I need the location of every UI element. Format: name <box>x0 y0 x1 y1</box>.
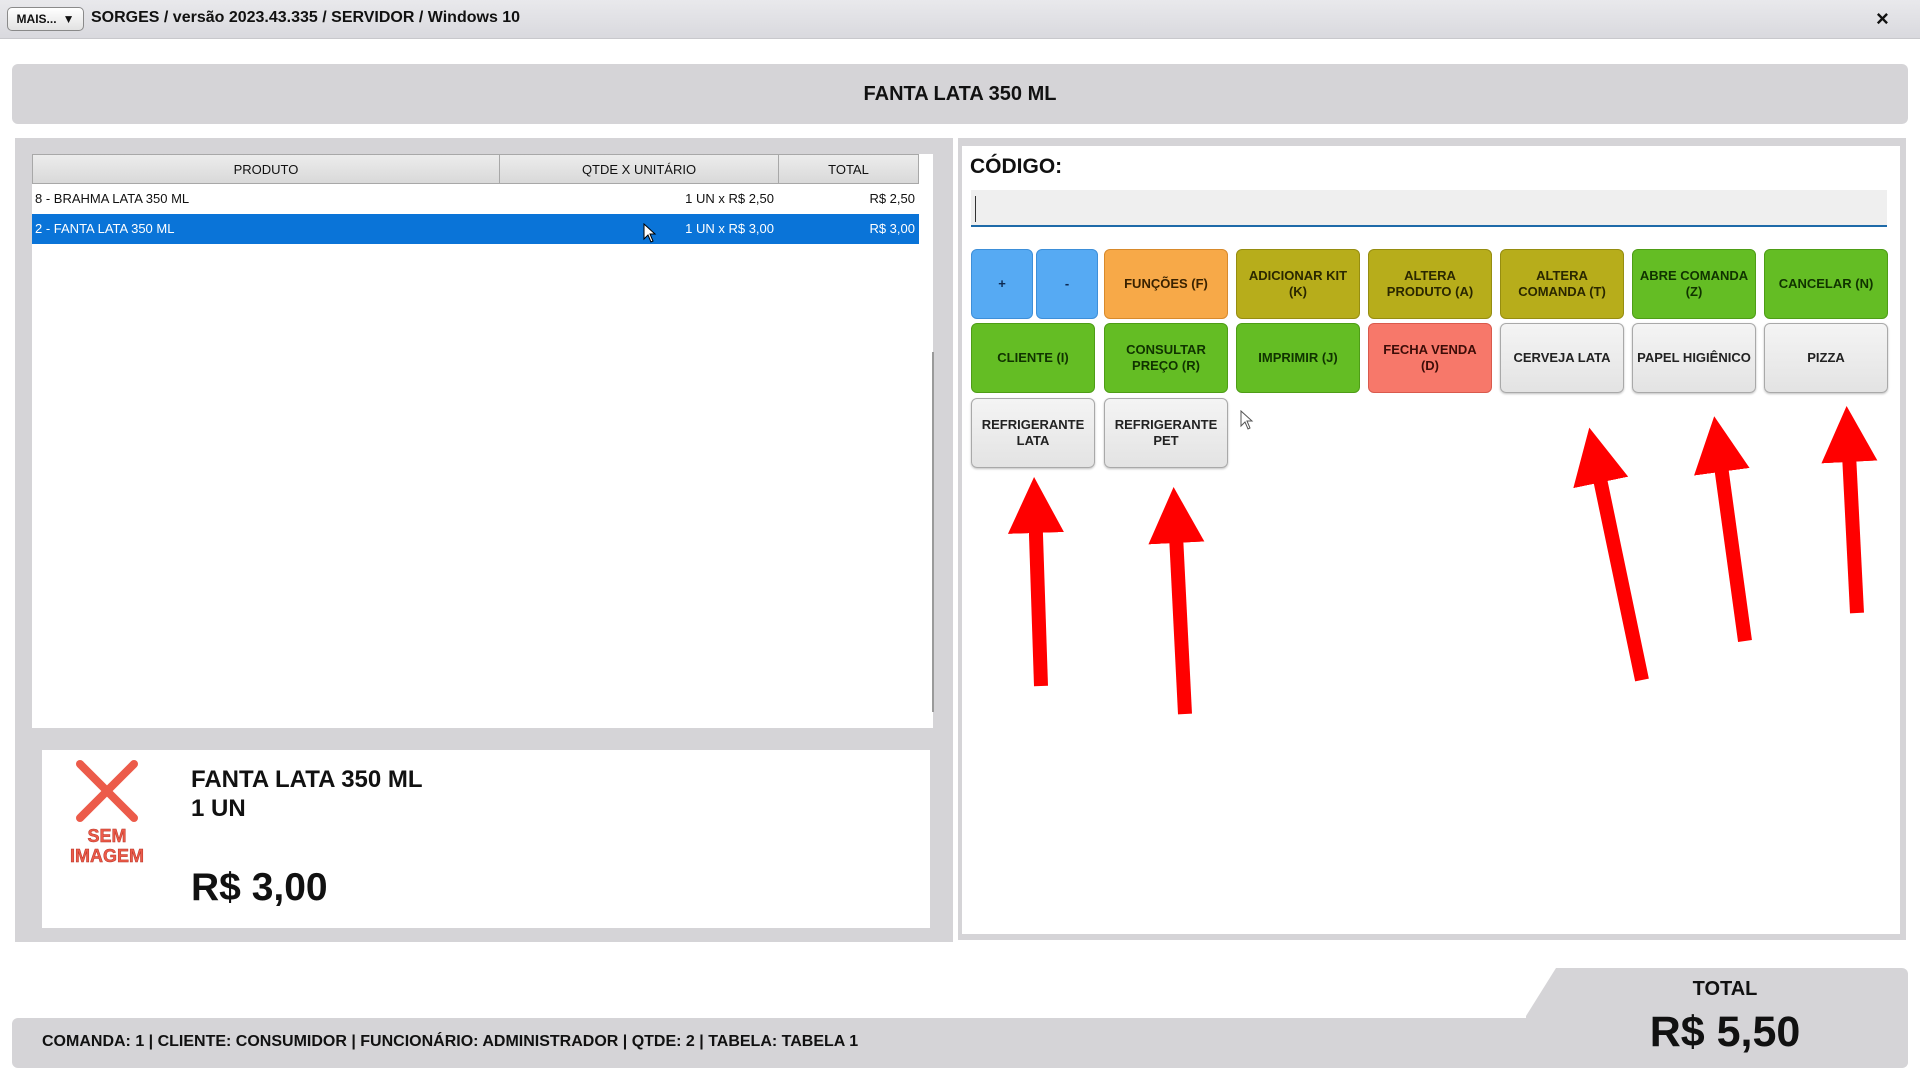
table-header: PRODUTO QTDE X UNITÁRIO TOTAL <box>32 154 919 184</box>
mais-menu-label: MAIS... <box>16 12 57 26</box>
no-image-label: SEM IMAGEM <box>62 826 152 867</box>
info-product-qty: 1 UN <box>191 795 246 822</box>
papel-higienico-button[interactable]: PAPEL HIGIÊNICO <box>1632 323 1756 393</box>
table-row-selected[interactable]: 2 - FANTA LATA 350 ML 1 UN x R$ 3,00 R$ … <box>32 214 919 244</box>
close-icon[interactable]: × <box>1876 6 1889 32</box>
current-product-banner: FANTA LATA 350 ML <box>12 64 1908 124</box>
total-label: TOTAL <box>1692 978 1758 1000</box>
consultar-preco-r-button[interactable]: CONSULTAR PREÇO (R) <box>1104 323 1228 393</box>
row-produto: 2 - FANTA LATA 350 ML <box>35 221 175 236</box>
fecha-venda-d-button[interactable]: FECHA VENDA (D) <box>1368 323 1492 393</box>
info-product-name: FANTA LATA 350 ML <box>191 766 423 793</box>
status-text: COMANDA: 1 | CLIENTE: CONSUMIDOR | FUNCI… <box>42 1033 859 1050</box>
codigo-input[interactable] <box>971 190 1887 227</box>
funcoes-f-button[interactable]: FUNÇÕES (F) <box>1104 249 1228 319</box>
cancelar-n-button[interactable]: CANCELAR (N) <box>1764 249 1888 319</box>
total-value: R$ 5,50 <box>1649 1008 1801 1056</box>
imprimir-j-button[interactable]: IMPRIMIR (J) <box>1236 323 1360 393</box>
codigo-label: CÓDIGO: <box>970 155 1063 178</box>
altera-comanda-t-button[interactable]: ALTERA COMANDA (T) <box>1500 249 1624 319</box>
altera-produto-a-button[interactable]: ALTERA PRODUTO (A) <box>1368 249 1492 319</box>
title-bar: MAIS... ▼ SORGES / versão 2023.43.335 / … <box>0 0 1920 39</box>
row-produto: 8 - BRAHMA LATA 350 ML <box>35 191 190 206</box>
no-image-line1: SEM <box>87 826 127 847</box>
mouse-pointer-icon <box>643 223 657 243</box>
cliente-i-button[interactable]: CLIENTE (I) <box>971 323 1095 393</box>
text-cursor <box>975 196 976 222</box>
no-image-line2: IMAGEM <box>70 846 145 867</box>
abre-comanda-z-button[interactable]: ABRE COMANDA (Z) <box>1632 249 1756 319</box>
items-table: PRODUTO QTDE X UNITÁRIO TOTAL 8 - BRAHMA… <box>32 154 933 728</box>
app-title: SORGES / versão 2023.43.335 / SERVIDOR /… <box>91 9 521 26</box>
cerveja-lata-button[interactable]: CERVEJA LATA <box>1500 323 1624 393</box>
pizza-button[interactable]: PIZZA <box>1764 323 1888 393</box>
product-info-box <box>42 750 930 928</box>
refrigerante-lata-button[interactable]: REFRIGERANTE LATA <box>971 398 1095 468</box>
no-image-x-icon <box>76 760 138 822</box>
row-total: R$ 3,00 <box>869 221 915 236</box>
adicionar-kit-k-button[interactable]: ADICIONAR KIT (K) <box>1236 249 1360 319</box>
info-product-price: R$ 3,00 <box>191 866 328 909</box>
refrigerante-pet-button[interactable]: REFRIGERANTE PET <box>1104 398 1228 468</box>
row-total: R$ 2,50 <box>869 191 915 206</box>
row-qtde: 1 UN x R$ 3,00 <box>685 221 774 236</box>
mais-menu-button[interactable]: MAIS... ▼ <box>7 7 84 31</box>
mouse-pointer-icon <box>1240 410 1254 430</box>
header-qtde[interactable]: QTDE X UNITÁRIO <box>500 155 779 183</box>
table-row[interactable]: 8 - BRAHMA LATA 350 ML 1 UN x R$ 2,50 R$… <box>32 184 919 214</box>
chevron-down-icon: ▼ <box>62 12 75 26</box>
header-total[interactable]: TOTAL <box>779 155 918 183</box>
plus-button[interactable]: + <box>971 249 1033 319</box>
minus-button[interactable]: - <box>1036 249 1098 319</box>
header-produto[interactable]: PRODUTO <box>33 155 500 183</box>
table-scrollbar[interactable] <box>932 352 934 712</box>
row-qtde: 1 UN x R$ 2,50 <box>685 191 774 206</box>
